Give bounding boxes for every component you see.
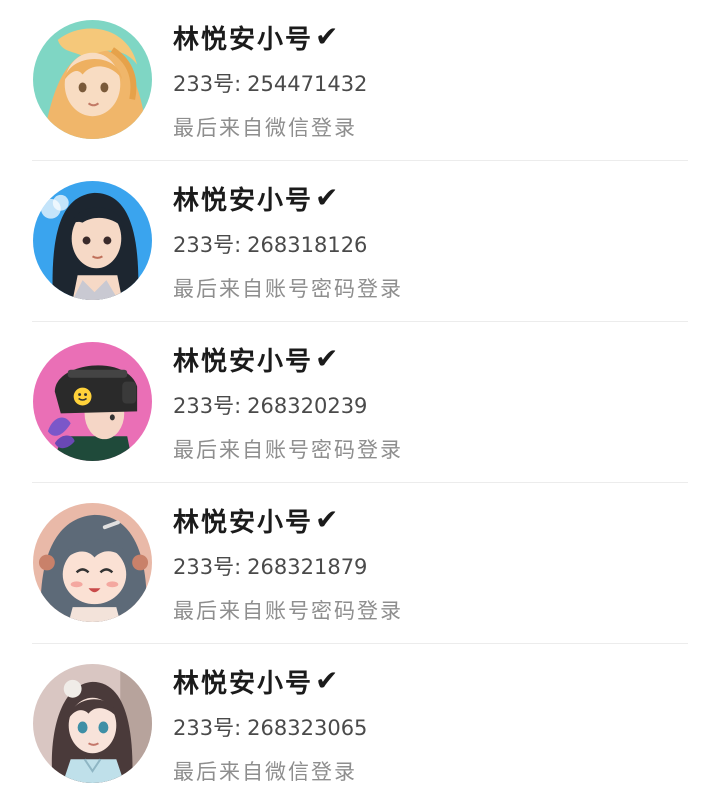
account-id-label: 233号: — [173, 233, 242, 257]
account-id-label: 233号: — [173, 394, 242, 418]
account-name: 林悦安小号 — [173, 346, 314, 377]
account-item[interactable]: 林悦安小号 ✔ 233号: 268323065 最后来自微信登录 — [0, 644, 718, 805]
avatar — [33, 664, 152, 783]
avatar — [33, 342, 152, 461]
anime-girl-qipao-avatar-icon — [33, 664, 152, 783]
avatar — [33, 503, 152, 622]
account-id-value: 268320239 — [247, 394, 368, 418]
anime-girl-blonde-avatar-icon — [33, 20, 152, 139]
account-item[interactable]: 林悦安小号 ✔ 233号: 254471432 最后来自微信登录 — [0, 0, 718, 161]
account-id: 233号: 254471432 — [173, 68, 367, 98]
account-name-line: 林悦安小号 ✔ — [173, 500, 338, 540]
last-login-method: 最后来自微信登录 — [173, 760, 357, 784]
chibi-girl-gray-hair-avatar-icon — [33, 503, 152, 622]
account-id-label: 233号: — [173, 716, 242, 740]
account-id: 233号: 268318126 — [173, 229, 367, 259]
account-id-value: 268318126 — [247, 233, 368, 257]
account-name-line: 林悦安小号 ✔ — [173, 178, 338, 218]
account-item[interactable]: 林悦安小号 ✔ 233号: 268318126 最后来自账号密码登录 — [0, 161, 718, 322]
account-name: 林悦安小号 — [173, 668, 314, 699]
verified-check-icon: ✔ — [315, 20, 339, 53]
account-name: 林悦安小号 — [173, 24, 314, 55]
verified-check-icon: ✔ — [315, 664, 339, 697]
avatar — [33, 20, 152, 139]
account-name: 林悦安小号 — [173, 507, 314, 538]
account-id-value: 268323065 — [247, 716, 368, 740]
account-list: 林悦安小号 ✔ 233号: 254471432 最后来自微信登录 林悦安小号 ✔… — [0, 0, 718, 805]
account-name-line: 林悦安小号 ✔ — [173, 17, 338, 57]
last-login-method: 最后来自账号密码登录 — [173, 599, 403, 623]
last-login-method: 最后来自账号密码登录 — [173, 438, 403, 462]
helmet-girl-pink-avatar-icon — [33, 342, 152, 461]
account-id-value: 254471432 — [247, 72, 368, 96]
anime-girl-black-hair-avatar-icon — [33, 181, 152, 300]
verified-check-icon: ✔ — [315, 181, 339, 214]
last-login-method: 最后来自微信登录 — [173, 116, 357, 140]
account-id: 233号: 268321879 — [173, 551, 367, 581]
last-login-method: 最后来自账号密码登录 — [173, 277, 403, 301]
account-id-label: 233号: — [173, 72, 242, 96]
account-id: 233号: 268320239 — [173, 390, 367, 420]
account-name-line: 林悦安小号 ✔ — [173, 339, 338, 379]
account-name-line: 林悦安小号 ✔ — [173, 661, 338, 701]
verified-check-icon: ✔ — [315, 503, 339, 536]
account-id-label: 233号: — [173, 555, 242, 579]
account-id-value: 268321879 — [247, 555, 368, 579]
account-item[interactable]: 林悦安小号 ✔ 233号: 268320239 最后来自账号密码登录 — [0, 322, 718, 483]
account-name: 林悦安小号 — [173, 185, 314, 216]
avatar — [33, 181, 152, 300]
verified-check-icon: ✔ — [315, 342, 339, 375]
account-id: 233号: 268323065 — [173, 712, 367, 742]
account-item[interactable]: 林悦安小号 ✔ 233号: 268321879 最后来自账号密码登录 — [0, 483, 718, 644]
